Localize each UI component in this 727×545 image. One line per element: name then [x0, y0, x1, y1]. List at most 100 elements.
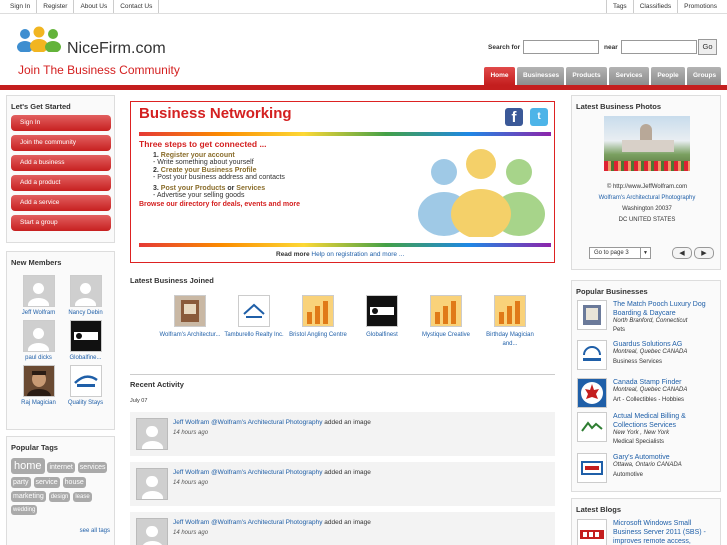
- tag-item[interactable]: services: [77, 462, 108, 473]
- near-input[interactable]: [621, 40, 697, 54]
- latest-business-joined-title: Latest Business Joined: [130, 276, 214, 285]
- sign-in-link[interactable]: Sign In: [4, 0, 38, 13]
- business-name-link[interactable]: The Match Pooch Luxury Dog Boarding & Da…: [613, 300, 717, 318]
- tab-home[interactable]: Home: [484, 67, 515, 85]
- guardus-logo-icon[interactable]: [577, 340, 607, 370]
- tag-item[interactable]: design: [48, 492, 71, 502]
- avatar[interactable]: [136, 518, 168, 545]
- business-link[interactable]: @Wolfram's Architectural Photography: [211, 469, 322, 476]
- business-name[interactable]: Bristol Angling Centre: [286, 331, 350, 340]
- people-logo-icon[interactable]: [16, 26, 62, 52]
- see-all-tags-link[interactable]: see all tags: [80, 528, 110, 534]
- site-logo-text[interactable]: NiceFirm.com: [67, 40, 166, 58]
- member-name[interactable]: Nancy Debin: [62, 310, 109, 316]
- tag-item[interactable]: marketing: [11, 491, 46, 502]
- photo-city: Washington 20037: [622, 206, 672, 212]
- registration-help-link[interactable]: Help on registration and more ...: [311, 251, 404, 258]
- member-item[interactable]: Nancy Debin: [62, 275, 109, 316]
- register-link[interactable]: Register: [37, 0, 75, 13]
- tag-item[interactable]: service: [33, 477, 60, 488]
- business-link[interactable]: @Wolfram's Architectural Photography: [211, 419, 322, 426]
- member-name[interactable]: paul dicks: [15, 355, 62, 361]
- business-item[interactable]: Tamburello Realty Inc.: [222, 295, 286, 349]
- tag-item[interactable]: house: [62, 477, 86, 488]
- tags-link[interactable]: Tags: [605, 0, 633, 13]
- blog-thumbnail[interactable]: [577, 519, 607, 545]
- business-name[interactable]: Tamburello Realty Inc.: [222, 331, 286, 340]
- classifieds-link[interactable]: Classifieds: [632, 0, 677, 13]
- medical-billing-logo-icon[interactable]: [577, 412, 607, 442]
- business-link[interactable]: @Wolfram's Architectural Photography: [211, 519, 322, 526]
- tag-item[interactable]: internet: [47, 462, 75, 473]
- blog-title-link[interactable]: Microsoft Windows Small Business Server …: [613, 519, 717, 545]
- sign-in-button[interactable]: Sign In: [11, 115, 111, 131]
- tag-item[interactable]: home: [11, 458, 45, 474]
- post-products-link[interactable]: Post your Products: [161, 185, 226, 192]
- tab-people[interactable]: People: [651, 67, 685, 85]
- twitter-icon[interactable]: t: [530, 108, 548, 126]
- business-name[interactable]: Globalfinest: [350, 331, 414, 340]
- member-item[interactable]: Globalfine...: [62, 320, 109, 361]
- avatar[interactable]: [136, 418, 168, 450]
- tab-products[interactable]: Products: [566, 67, 607, 85]
- page-select[interactable]: Go to page 3 ▼: [589, 247, 651, 259]
- contact-us-link[interactable]: Contact Us: [114, 0, 160, 13]
- member-name[interactable]: Raj Magician: [15, 400, 62, 406]
- join-community-button[interactable]: Join the community: [11, 135, 111, 151]
- browse-directory-text[interactable]: Browse our directory for deals, events a…: [139, 201, 439, 208]
- photo-business-link[interactable]: Wolfram's Architectural Photography: [572, 193, 722, 204]
- garys-automotive-logo-icon[interactable]: [577, 453, 607, 483]
- promotions-link[interactable]: Promotions: [677, 0, 723, 13]
- search-for-input[interactable]: [523, 40, 599, 54]
- user-link[interactable]: Jeff Wolfram: [173, 419, 209, 426]
- member-item[interactable]: Quality Stays: [62, 365, 109, 406]
- business-name-link[interactable]: Guardus Solutions AG: [613, 340, 717, 349]
- tag-item[interactable]: wedding: [11, 505, 38, 515]
- avatar[interactable]: [136, 468, 168, 500]
- photo-region: DC UNITED STATES: [618, 217, 676, 223]
- about-us-link[interactable]: About Us: [74, 0, 115, 13]
- register-account-link[interactable]: Register your account: [161, 152, 235, 159]
- business-category: Art - Collectibles - Hobbies: [613, 397, 685, 403]
- business-name[interactable]: Mystique Creative: [414, 331, 478, 340]
- facebook-icon[interactable]: f: [505, 108, 523, 126]
- tab-groups[interactable]: Groups: [687, 67, 721, 85]
- member-item[interactable]: Jeff Wolfram: [15, 275, 62, 316]
- user-link[interactable]: Jeff Wolfram: [173, 469, 209, 476]
- previous-arrow-icon[interactable]: ◀: [672, 247, 692, 259]
- member-name[interactable]: Quality Stays: [62, 400, 109, 406]
- services-link[interactable]: Services: [236, 185, 265, 192]
- business-name-link[interactable]: Gary's Automotive: [613, 453, 717, 462]
- user-link[interactable]: Jeff Wolfram: [173, 519, 209, 526]
- business-location: North Branford, Connecticut: [613, 318, 688, 324]
- business-photo[interactable]: [604, 116, 690, 171]
- business-name-link[interactable]: Canada Stamp Finder: [613, 378, 717, 387]
- business-item[interactable]: Birthday Magician and...: [478, 295, 542, 349]
- tab-businesses[interactable]: Businesses: [517, 67, 564, 85]
- business-name-link[interactable]: Actual Medical Billing & Collections Ser…: [613, 412, 717, 430]
- business-item[interactable]: Globalfinest: [350, 295, 414, 349]
- business-item[interactable]: Wolfram's Architectur...: [158, 295, 222, 349]
- popular-business-item: Gary's Automotive Ottawa, Ontario CANADA…: [577, 453, 715, 487]
- member-name[interactable]: Jeff Wolfram: [15, 310, 62, 316]
- tag-item[interactable]: lease: [73, 492, 92, 502]
- member-item[interactable]: Raj Magician: [15, 365, 62, 406]
- business-item[interactable]: Mystique Creative: [414, 295, 478, 349]
- add-product-button[interactable]: Add a product: [11, 175, 111, 191]
- canada-stamp-logo-icon[interactable]: [577, 378, 607, 408]
- tab-services[interactable]: Services: [609, 67, 649, 85]
- start-group-button[interactable]: Start a group: [11, 215, 111, 231]
- member-name[interactable]: Globalfine...: [62, 355, 109, 361]
- business-name[interactable]: Birthday Magician and...: [478, 331, 542, 349]
- member-item[interactable]: paul dicks: [15, 320, 62, 361]
- default-business-icon: [430, 295, 462, 327]
- tag-item[interactable]: party: [11, 477, 31, 488]
- next-arrow-icon[interactable]: ▶: [694, 247, 714, 259]
- add-business-button[interactable]: Add a business: [11, 155, 111, 171]
- create-profile-link[interactable]: Create your Business Profile: [161, 167, 257, 174]
- go-button[interactable]: Go: [698, 39, 717, 55]
- business-name[interactable]: Wolfram's Architectur...: [158, 331, 222, 340]
- business-logo[interactable]: [577, 300, 607, 330]
- add-service-button[interactable]: Add a service: [11, 195, 111, 211]
- business-item[interactable]: Bristol Angling Centre: [286, 295, 350, 349]
